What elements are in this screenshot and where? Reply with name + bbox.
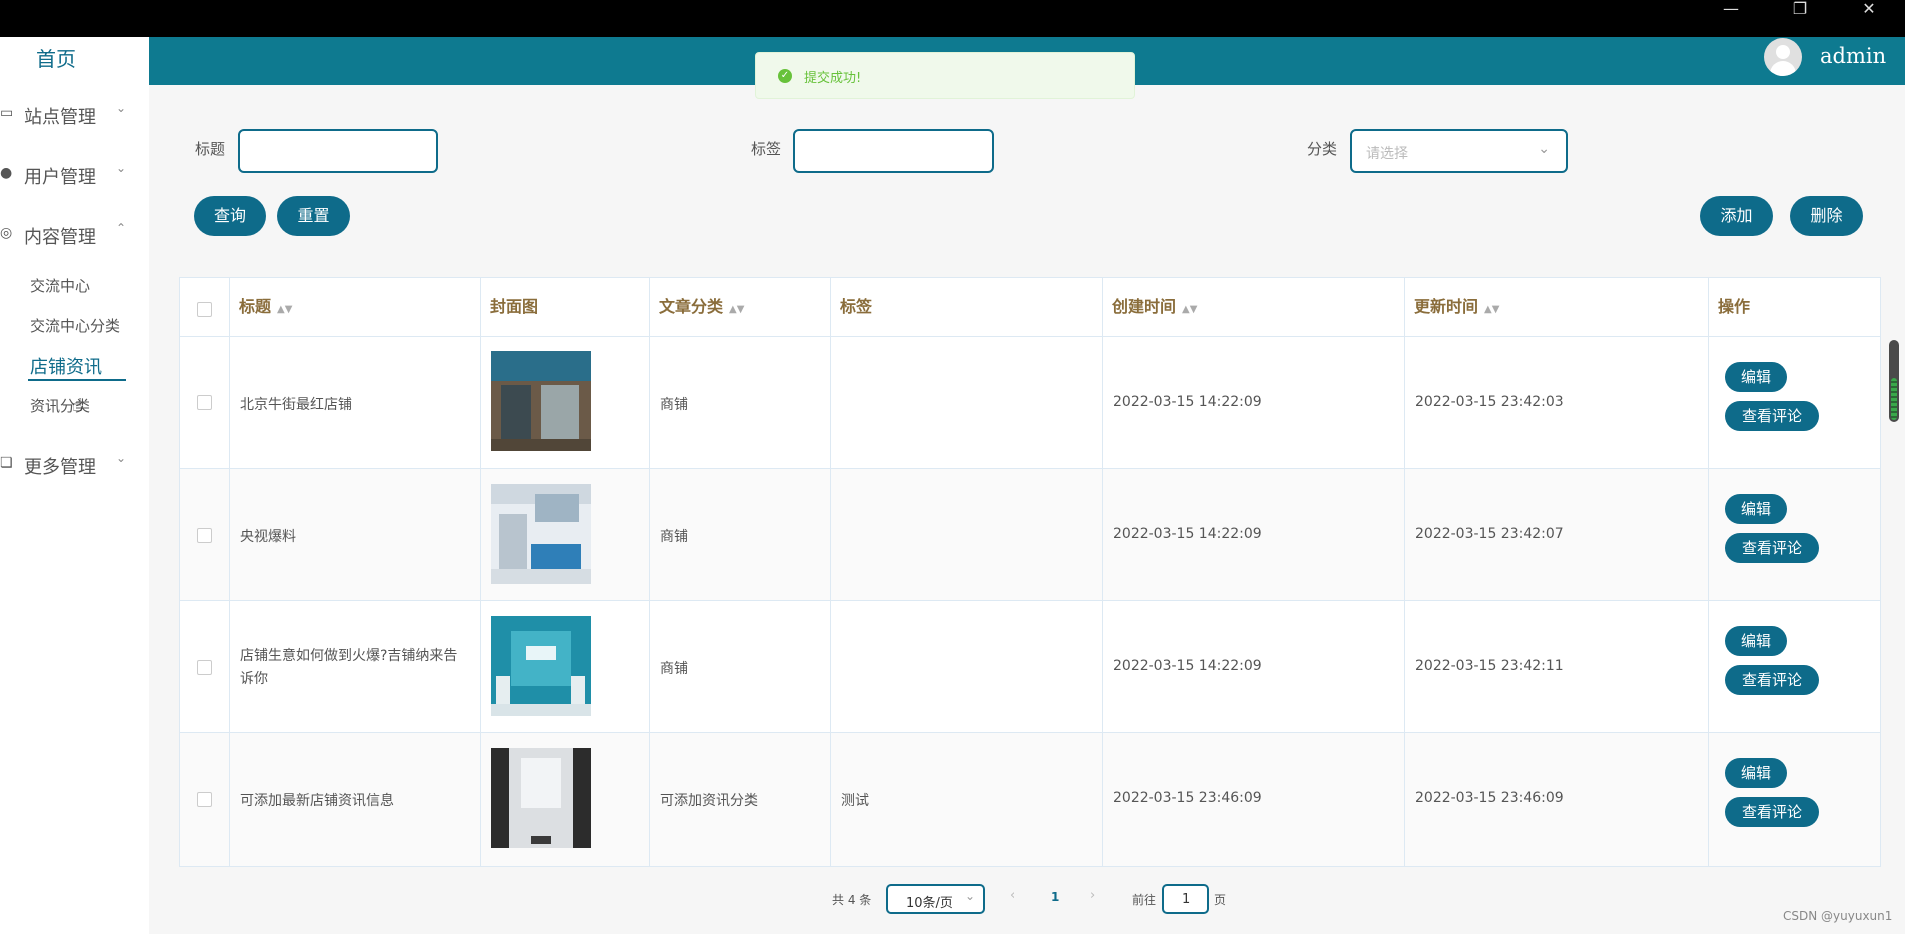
sort-icon[interactable]: ▲▼	[1182, 304, 1197, 315]
watermark: CSDN @yuyuxun1	[1783, 909, 1893, 923]
active-indicator	[28, 379, 126, 381]
avatar[interactable]	[1764, 38, 1802, 76]
row-tag: 测试	[841, 793, 869, 809]
row-title: 店铺生意如何做到火爆?吉铺纳来告诉你	[240, 648, 458, 687]
row-category: 商铺	[660, 529, 688, 545]
row-created: 2022-03-15 14:22:09	[1113, 394, 1262, 410]
edit-button[interactable]: 编辑	[1725, 758, 1787, 788]
scrollbar[interactable]	[1889, 340, 1899, 422]
row-category: 商铺	[660, 661, 688, 677]
row-category: 商铺	[660, 397, 688, 413]
row-checkbox[interactable]	[197, 395, 212, 410]
add-button[interactable]: 添加	[1700, 196, 1773, 236]
sidebar-item-shop-news[interactable]: 店铺资讯	[30, 353, 102, 379]
chevron-down-icon: ⌄	[964, 889, 975, 903]
cover-image	[491, 616, 591, 716]
edit-button[interactable]: 编辑	[1725, 494, 1787, 524]
sort-icon[interactable]: ▲▼	[729, 304, 744, 315]
row-title: 北京牛街最红店铺	[240, 397, 352, 413]
column-header-tag: 标签	[840, 297, 873, 316]
column-header-created[interactable]: 创建时间 ▲▼	[1102, 278, 1404, 336]
row-created: 2022-03-15 14:22:09	[1113, 526, 1262, 542]
pagination-total: 共 4 条	[832, 893, 872, 907]
category-select[interactable]: 请选择 ⌄	[1350, 129, 1568, 173]
view-comments-button[interactable]: 查看评论	[1725, 401, 1819, 431]
cursor-icon: ☝	[72, 395, 83, 416]
chevron-down-icon: ⌄	[116, 101, 127, 115]
goto-page-input[interactable]: 1	[1162, 884, 1209, 914]
title-input[interactable]	[238, 129, 438, 173]
chevron-down-icon: ⌄	[1538, 141, 1550, 157]
chat-icon: ◎	[0, 225, 13, 241]
user-name[interactable]: admin	[1820, 44, 1886, 68]
row-title: 央视爆料	[240, 529, 296, 545]
prev-page-icon[interactable]: ‹	[1010, 888, 1015, 903]
query-button[interactable]: 查询	[194, 196, 266, 236]
reset-button[interactable]: 重置	[277, 196, 350, 236]
column-header-title[interactable]: 标题 ▲▼	[229, 278, 480, 336]
row-updated: 2022-03-15 23:42:11	[1415, 658, 1564, 674]
news-table: 标题 ▲▼ 封面图 文章分类 ▲▼ 标签 创建时间 ▲▼ 更新时间 ▲▼ 操作 北京牛街…	[179, 277, 1881, 867]
row-checkbox[interactable]	[197, 528, 212, 543]
edit-button[interactable]: 编辑	[1725, 362, 1787, 392]
success-toast: ✓ 提交成功!	[755, 52, 1135, 99]
delete-button[interactable]: 删除	[1790, 196, 1863, 236]
view-comments-button[interactable]: 查看评论	[1725, 665, 1819, 695]
row-updated: 2022-03-15 23:42:03	[1415, 394, 1564, 410]
window-titlebar: — ❐ ✕	[0, 0, 1905, 37]
menu-label: 内容管理	[24, 227, 96, 248]
cover-image	[491, 351, 591, 451]
goto-page-value: 1	[1182, 892, 1191, 907]
user-icon: ●	[0, 165, 13, 181]
close-icon[interactable]: ✕	[1849, 0, 1889, 20]
copy-icon: ❏	[0, 455, 13, 471]
row-checkbox[interactable]	[197, 660, 212, 675]
restore-icon[interactable]: ❐	[1780, 0, 1820, 20]
sidebar: 首页 ▭ 站点管理 ⌄ ● 用户管理 ⌄ ◎ 内容管理 ⌃ 交流中心 交流中心分…	[0, 37, 150, 934]
tag-input[interactable]	[793, 129, 994, 173]
chevron-up-icon: ⌃	[116, 221, 127, 235]
sidebar-item-exchange-center[interactable]: 交流中心	[30, 275, 90, 296]
title-filter-label: 标题	[195, 140, 226, 158]
column-header-actions: 操作	[1718, 297, 1751, 316]
column-header-category[interactable]: 文章分类 ▲▼	[649, 278, 830, 336]
page-number-current[interactable]: 1	[1051, 890, 1059, 904]
row-created: 2022-03-15 23:46:09	[1113, 790, 1262, 806]
sort-icon[interactable]: ▲▼	[277, 304, 292, 315]
select-all-checkbox[interactable]	[197, 302, 212, 317]
menu-label: 更多管理	[24, 457, 96, 478]
row-category: 可添加资讯分类	[660, 793, 758, 809]
category-placeholder: 请选择	[1366, 146, 1408, 162]
page-size-value: 10条/页	[906, 896, 953, 911]
page-suffix: 页	[1214, 893, 1227, 907]
tag-filter-label: 标签	[751, 140, 782, 158]
sort-icon[interactable]: ▲▼	[1484, 304, 1499, 315]
cover-image	[491, 748, 591, 848]
chevron-down-icon: ⌄	[116, 161, 127, 175]
view-comments-button[interactable]: 查看评论	[1725, 533, 1819, 563]
minimize-icon[interactable]: —	[1711, 0, 1751, 20]
cover-image	[491, 484, 591, 584]
chevron-down-icon: ⌄	[116, 451, 127, 465]
row-title: 可添加最新店铺资讯信息	[240, 793, 394, 809]
view-comments-button[interactable]: 查看评论	[1725, 797, 1819, 827]
row-created: 2022-03-15 14:22:09	[1113, 658, 1262, 674]
monitor-icon: ▭	[0, 105, 14, 121]
menu-label: 站点管理	[24, 107, 96, 128]
next-page-icon[interactable]: ›	[1090, 888, 1095, 903]
page-size-select[interactable]: 10条/页 ⌄	[886, 884, 985, 914]
toast-message: 提交成功!	[804, 71, 862, 86]
row-updated: 2022-03-15 23:46:09	[1415, 790, 1564, 806]
sidebar-home-link[interactable]: 首页	[36, 43, 76, 72]
check-circle-icon: ✓	[778, 69, 792, 83]
row-updated: 2022-03-15 23:42:07	[1415, 526, 1564, 542]
column-header-updated[interactable]: 更新时间 ▲▼	[1404, 278, 1708, 336]
goto-label: 前往	[1132, 893, 1157, 907]
edit-button[interactable]: 编辑	[1725, 626, 1787, 656]
row-checkbox[interactable]	[197, 792, 212, 807]
category-filter-label: 分类	[1307, 140, 1338, 158]
sidebar-item-exchange-category[interactable]: 交流中心分类	[30, 315, 120, 336]
column-header-cover: 封面图	[490, 297, 539, 316]
menu-label: 用户管理	[24, 167, 96, 188]
